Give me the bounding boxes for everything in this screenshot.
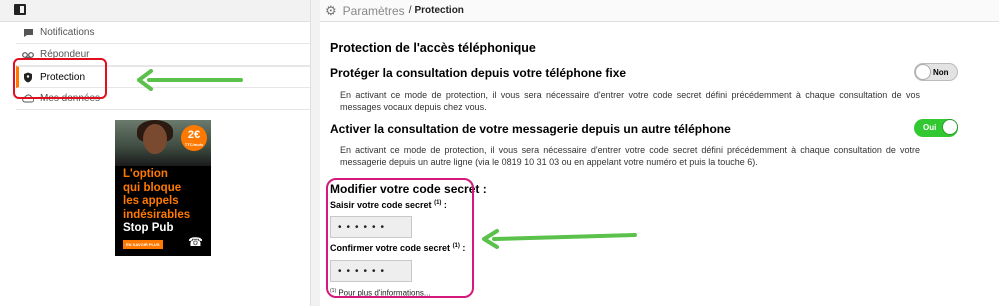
phone-icon: ☎	[188, 235, 203, 249]
option-fixed-phone-label: Protéger la consultation depuis votre té…	[330, 66, 627, 80]
sidebar-header	[0, 0, 310, 22]
annotation-arrow	[137, 69, 243, 91]
section-title: Protection de l'accès téléphonique	[330, 41, 536, 55]
stop-pub-ad[interactable]: 2€ TTC/mois L'option qui bloque les appe…	[115, 120, 211, 256]
annotation-highlight-box	[13, 58, 107, 99]
ad-text: L'option qui bloque les appels indésirab…	[123, 168, 191, 234]
panel-divider	[310, 0, 320, 306]
breadcrumb-separator: /	[408, 5, 412, 16]
annotation-highlight-box	[326, 178, 474, 298]
option-fixed-phone-description: En activant ce mode de protection, il vo…	[340, 90, 920, 112]
page-header: ⚙ Paramètres / Protection	[320, 0, 999, 22]
sidebar-item-notifications[interactable]: Notifications	[16, 22, 310, 44]
page-title: Protection	[414, 5, 464, 16]
sidebar: Notifications Répondeur Protection Mes d…	[0, 0, 310, 306]
main-panel: ⚙ Paramètres / Protection Protection de …	[320, 0, 999, 306]
breadcrumb-root[interactable]: Paramètres	[343, 4, 405, 18]
ad-price-badge: 2€ TTC/mois	[181, 125, 207, 151]
toggle-knob	[942, 119, 958, 135]
sidebar-item-label: Notifications	[40, 27, 95, 38]
chat-icon	[22, 27, 34, 39]
sidebar-toggle-icon[interactable]	[14, 4, 26, 15]
ad-cta-button[interactable]: EN SAVOIR PLUS	[123, 240, 163, 249]
fixed-phone-toggle[interactable]: Non	[914, 63, 958, 81]
annotation-arrow	[482, 229, 637, 249]
gear-icon: ⚙	[325, 2, 337, 18]
option-other-phone-description: En activant ce mode de protection, il vo…	[340, 145, 920, 167]
other-phone-toggle[interactable]: Oui	[914, 119, 958, 137]
toggle-knob	[915, 64, 931, 80]
option-other-phone-label: Activer la consultation de votre message…	[330, 122, 731, 136]
